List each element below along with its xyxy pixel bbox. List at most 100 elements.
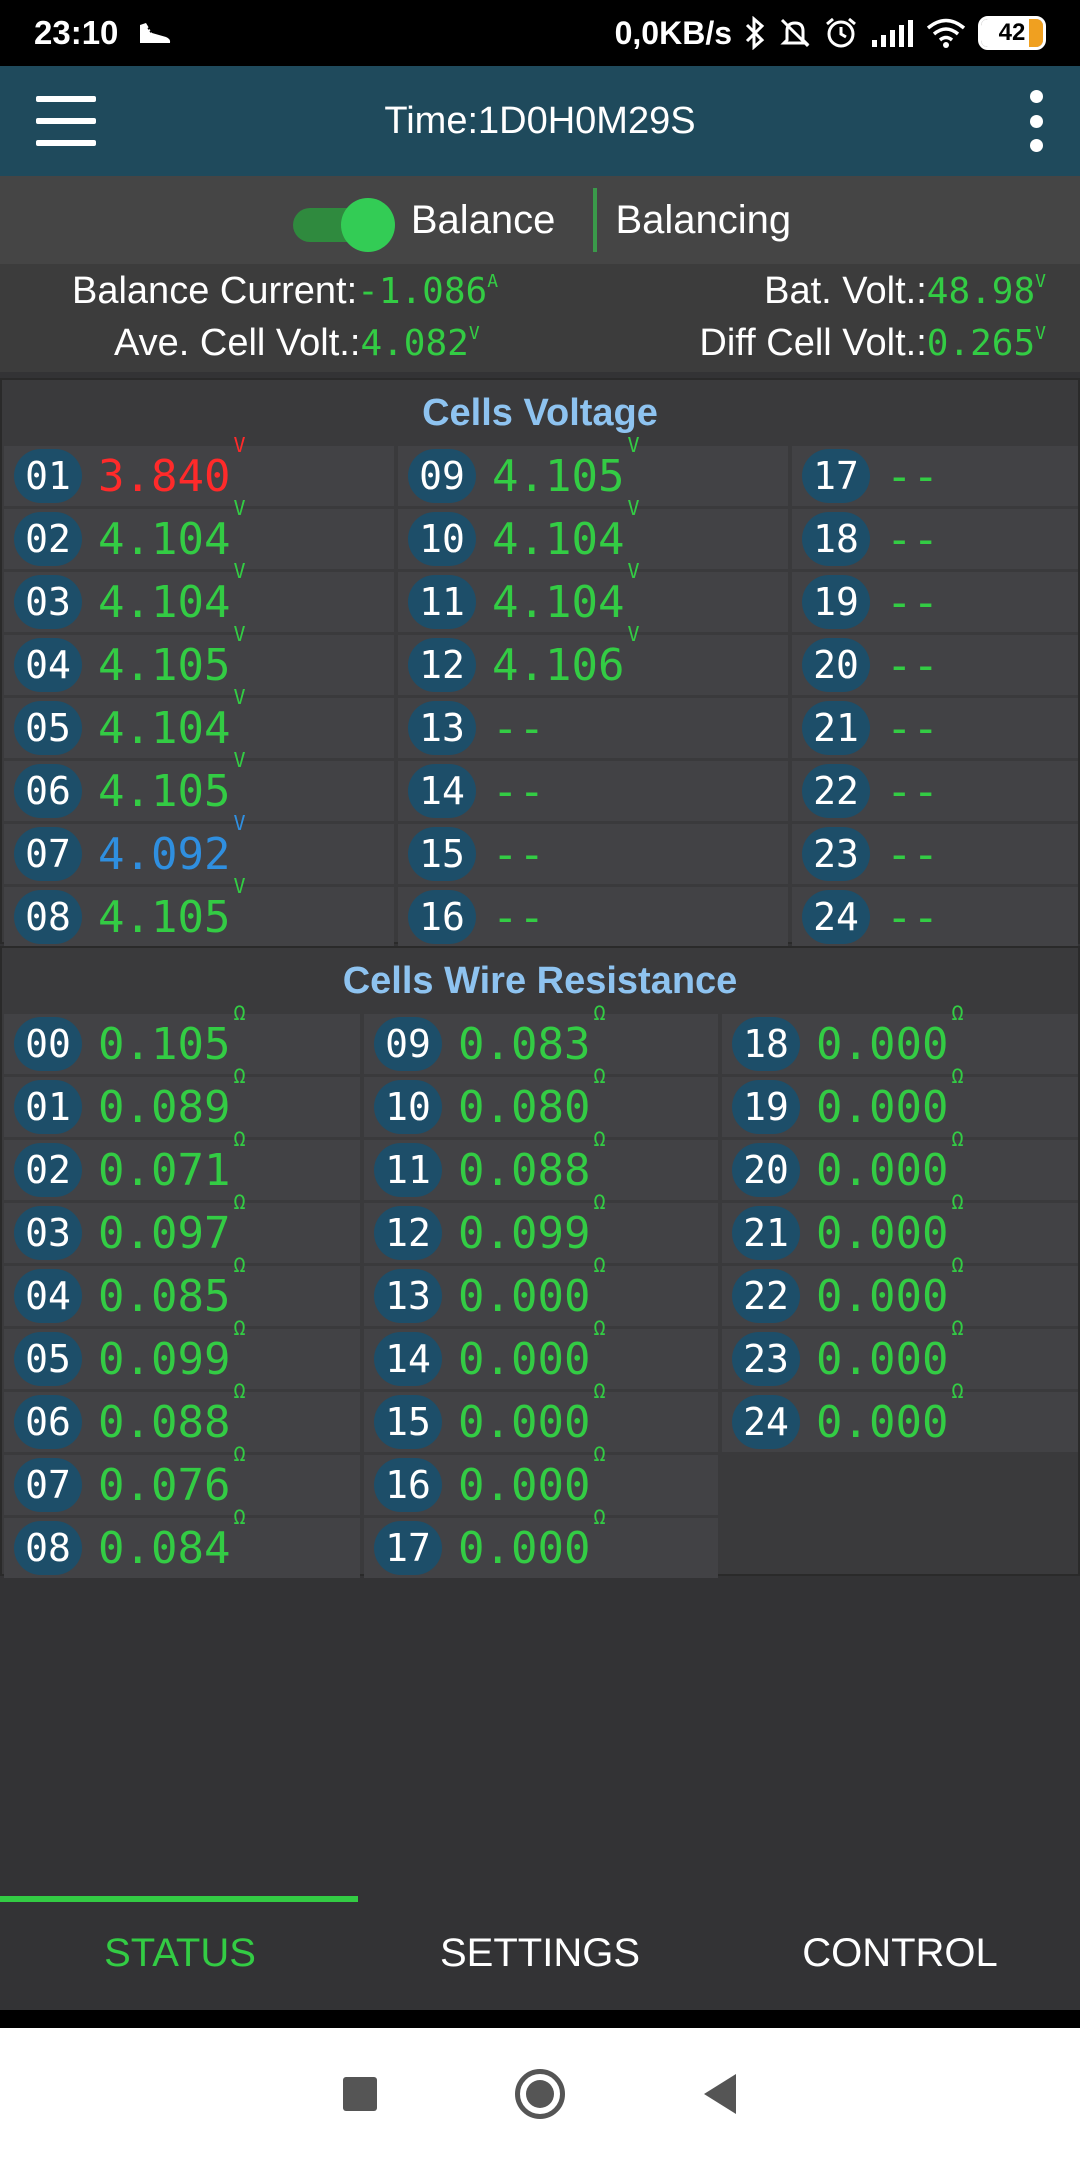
cell-unit: V	[233, 558, 246, 583]
more-vertical-icon[interactable]	[1028, 90, 1044, 152]
grid-column: 00 0.105Ω 01 0.089Ω 02 0.071Ω 03 0.097Ω 04 0.085Ω…	[4, 1001, 360, 1581]
cell-item: 19 0.000Ω	[722, 1064, 1078, 1137]
cell-item: 11 0.088Ω	[364, 1126, 718, 1200]
grid-column: 17 -- 18 -- 19 -- 20 -- 21 -- 22 -- 23 -- 24 --	[792, 446, 1078, 950]
cell-item: 12 0.099Ω	[364, 1189, 718, 1263]
cell-unit: Ω	[593, 1315, 606, 1340]
ave-cell-value: 4.082	[360, 323, 469, 364]
cell-value: 0.097Ω	[98, 1189, 246, 1259]
mute-icon	[780, 18, 810, 48]
cells-voltage-section: Cells Voltage 01 3.840V 02 4.104V 03 4.104V 04…	[0, 378, 1080, 947]
cell-number-badge: 20	[802, 638, 870, 692]
cell-value: --	[886, 639, 939, 691]
cell-value: 4.092V	[98, 810, 246, 880]
cell-item: 08 4.105V	[4, 873, 394, 947]
bat-volt-row: Bat. Volt.: 48.98 V	[764, 270, 1046, 313]
cell-unit: Ω	[951, 1063, 964, 1088]
cell-item: 11 4.104V	[398, 559, 788, 632]
cell-unit: Ω	[233, 1315, 246, 1340]
tab-settings[interactable]: SETTINGS	[360, 1896, 720, 2010]
cell-number-badge: 17	[802, 449, 870, 503]
cell-item: 18 --	[792, 509, 1078, 569]
cell-unit: Ω	[233, 1441, 246, 1466]
cell-item: 06 0.088Ω	[4, 1379, 360, 1452]
cell-unit: V	[233, 495, 246, 520]
hamburger-menu-icon[interactable]	[36, 96, 96, 146]
cell-unit: Ω	[593, 1189, 606, 1214]
cell-value: 4.104V	[98, 558, 246, 628]
cell-unit: Ω	[951, 1315, 964, 1340]
cell-item: 07 0.076Ω	[4, 1441, 360, 1515]
balance-current-value: -1.086	[357, 271, 488, 312]
battery-level: 42	[998, 19, 1026, 46]
cell-value: 3.840V	[98, 432, 246, 502]
recents-button[interactable]	[270, 2028, 450, 2160]
cell-value: 0.000Ω	[458, 1378, 606, 1448]
cell-number-badge: 08	[14, 1521, 82, 1575]
cell-item: 23 --	[792, 824, 1078, 884]
cell-unit: Ω	[233, 1189, 246, 1214]
balance-current-label: Balance Current:	[72, 270, 358, 312]
cell-number-badge: 15	[408, 827, 476, 881]
cell-value: 4.105V	[492, 432, 640, 502]
cell-item: 17 --	[792, 446, 1078, 506]
balance-label: Balance	[410, 197, 556, 242]
cell-value: --	[886, 828, 939, 880]
cell-number-badge: 19	[732, 1080, 800, 1134]
status-bar: 23:10 0,0KB/s 42	[0, 0, 1080, 66]
cell-value: --	[886, 450, 939, 502]
cell-item: 20 --	[792, 635, 1078, 695]
cell-value: 0.083Ω	[458, 1000, 606, 1070]
cell-number-badge: 00	[14, 1017, 82, 1071]
cell-item: 07 4.092V	[4, 810, 394, 884]
cell-value: --	[492, 702, 545, 754]
cell-unit: Ω	[233, 1252, 246, 1277]
cell-item: 16 0.000Ω	[364, 1442, 718, 1515]
cell-item: 23 0.000Ω	[722, 1316, 1078, 1389]
cell-unit: Ω	[233, 1504, 246, 1529]
cell-unit: Ω	[593, 1252, 606, 1277]
grid-column: 09 4.105V 10 4.104V 11 4.104V 12 4.106V 13 -- 14 --…	[398, 432, 788, 950]
ave-cell-label: Ave. Cell Volt.:	[114, 322, 361, 364]
cell-item: 08 0.084Ω	[4, 1505, 360, 1578]
cell-unit: V	[233, 432, 246, 457]
cell-item: 09 4.105V	[398, 432, 788, 506]
cell-item: 13 --	[398, 698, 788, 758]
cell-unit: Ω	[951, 1126, 964, 1151]
back-button[interactable]	[630, 2028, 810, 2160]
cell-value: 4.105V	[98, 873, 246, 943]
grid-column: 09 0.083Ω 10 0.080Ω 11 0.088Ω 12 0.099Ω 13 0.000Ω…	[364, 1000, 718, 1581]
cell-item: 16 --	[398, 887, 788, 947]
cell-unit: Ω	[593, 1126, 606, 1151]
cell-unit: Ω	[233, 1000, 246, 1025]
cell-number-badge: 18	[802, 512, 870, 566]
cell-value: --	[492, 765, 545, 817]
tab-control[interactable]: CONTROL	[720, 1896, 1080, 2010]
cell-value: 0.099Ω	[458, 1189, 606, 1259]
cell-unit: Ω	[951, 1378, 964, 1403]
cell-item: 06 4.105V	[4, 748, 394, 821]
cell-item: 09 0.083Ω	[364, 1000, 718, 1074]
tab-status[interactable]: STATUS	[0, 1896, 360, 2010]
cell-value: 0.000Ω	[816, 1000, 964, 1070]
cell-value: 4.104V	[98, 684, 246, 754]
cell-item: 24 --	[792, 887, 1078, 947]
system-nav-bar	[0, 2028, 1080, 2160]
cell-item: 24 0.000Ω	[722, 1379, 1078, 1452]
cell-number-badge: 18	[732, 1017, 800, 1071]
cell-value: 0.071Ω	[98, 1126, 246, 1196]
diff-cell-value: 0.265	[926, 323, 1036, 364]
cell-value: 0.076Ω	[98, 1441, 246, 1511]
square-icon	[343, 2077, 377, 2111]
cell-value: 0.099Ω	[98, 1315, 246, 1385]
cell-unit: V	[233, 873, 246, 898]
home-button[interactable]	[450, 2028, 630, 2160]
balance-toggle[interactable]	[289, 198, 395, 252]
diff-cell-row: Diff Cell Volt.: 0.265 V	[699, 322, 1046, 365]
cell-number-badge: 17	[374, 1521, 442, 1575]
cell-value: 0.088Ω	[458, 1126, 606, 1196]
cell-number-badge: 01	[14, 449, 82, 503]
cell-number-badge: 07	[14, 827, 82, 881]
cell-number-badge: 02	[14, 1143, 82, 1197]
cell-item: 22 0.000Ω	[722, 1253, 1078, 1326]
